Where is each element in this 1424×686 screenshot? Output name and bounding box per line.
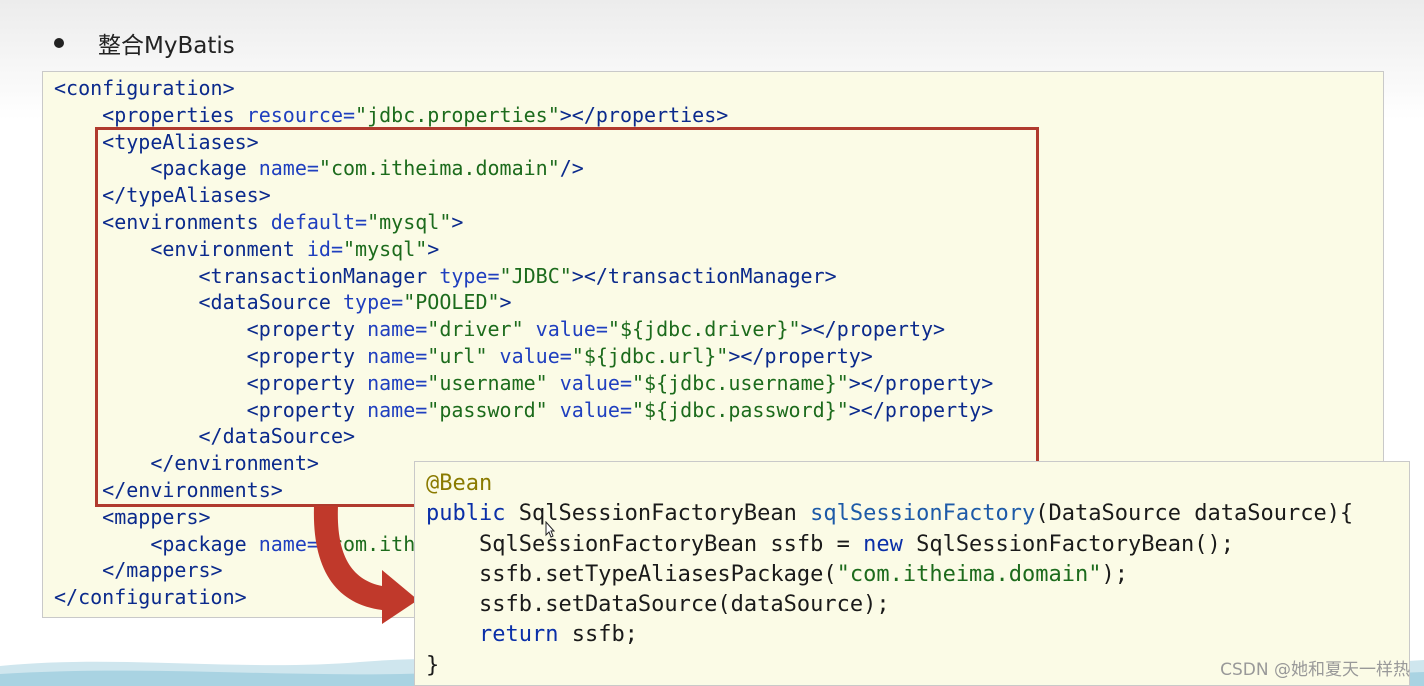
watermark: CSDN @她和夏天一样热 (1220, 660, 1410, 680)
java-code-line: ssfb.setTypeAliasesPackage("com.itheima.… (426, 560, 1353, 590)
java-code-block: @Bean public SqlSessionFactoryBean sqlSes… (426, 469, 1353, 681)
slide-title: 整合MyBatis (54, 26, 235, 60)
java-code-line: } (426, 651, 1353, 681)
curved-arrow-icon (313, 506, 418, 624)
java-code-line: SqlSessionFactoryBean ssfb = new SqlSess… (426, 530, 1353, 560)
code-token: </configuration> (54, 585, 247, 610)
code-token: <properties (54, 102, 247, 127)
bullet-dot-icon (54, 38, 64, 48)
code-token: ></properties> (559, 102, 729, 127)
java-code-line: return ssfb; (426, 620, 1353, 650)
code-token: ssfb.setDataSource(dataSource); (426, 592, 890, 618)
code-token: "com.itheima.domain" (836, 561, 1102, 587)
code-token: @Bean (426, 471, 493, 496)
slide-title-text: 整合MyBatis (98, 33, 235, 59)
code-token: new (863, 531, 917, 557)
code-token: <mappers> (54, 504, 211, 529)
java-code-line: public SqlSessionFactoryBean sqlSessionF… (426, 499, 1353, 529)
code-token: ssfb; (571, 622, 638, 648)
code-token: return (426, 622, 572, 648)
highlight-frame (95, 127, 1039, 507)
code-token: SqlSessionFactoryBean(); (916, 531, 1234, 557)
code-token: (DataSource dataSource){ (1035, 501, 1354, 527)
code-token: public (426, 501, 519, 527)
mouse-cursor-icon (545, 521, 555, 538)
code-token: "jdbc.properties" (355, 102, 560, 127)
code-token: } (426, 652, 440, 678)
code-token: resource= (246, 102, 356, 127)
code-token: ); (1101, 561, 1129, 587)
xml-code-line: <properties resource="jdbc.properties"><… (54, 102, 993, 129)
code-token: <package (54, 531, 259, 556)
java-code-line: ssfb.setDataSource(dataSource); (426, 590, 1353, 620)
code-token: sqlSessionFactory (810, 501, 1036, 527)
code-token: SqlSessionFactoryBean ssfb = (426, 531, 864, 557)
java-code-line: @Bean (426, 469, 1353, 499)
code-token: </mappers> (54, 558, 223, 583)
xml-code-line: <configuration> (54, 75, 993, 102)
code-token: SqlSessionFactoryBean (518, 501, 811, 527)
code-token: <configuration> (54, 76, 235, 100)
code-token: ssfb.setTypeAliasesPackage( (426, 561, 837, 587)
